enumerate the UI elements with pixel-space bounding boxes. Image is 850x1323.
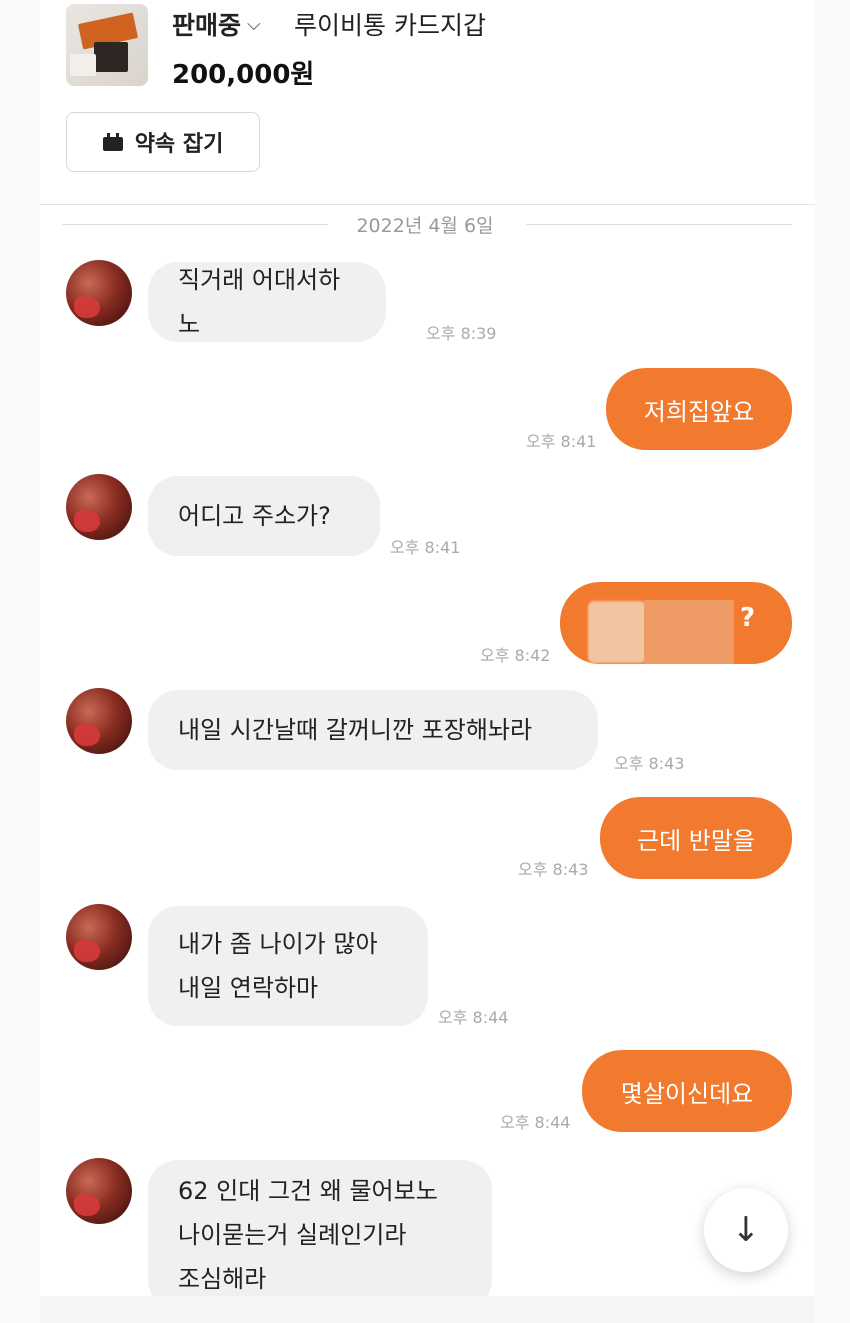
chevron-down-icon: ⌵ <box>247 13 261 35</box>
date-divider-line <box>526 224 792 225</box>
calendar-icon <box>102 133 123 151</box>
message-text: 몇살이신데요 <box>620 1079 754 1108</box>
arrow-down-icon: ↓ <box>731 1210 761 1250</box>
message-text: 내일 시간날때 갈꺼니깐 포장해놔라 <box>178 716 533 744</box>
product-price: 200,000원 <box>172 60 315 90</box>
frame-right <box>815 0 850 1323</box>
message-text: 저희집앞요 <box>643 397 755 426</box>
message-text: 62 인대 그건 왜 물어보노 <box>178 1177 438 1205</box>
make-appointment-label: 약속 잡기 <box>134 132 224 157</box>
message-bubble-outgoing: 몇살이신데요 <box>582 1050 792 1132</box>
date-divider-line <box>62 224 328 225</box>
avatar[interactable] <box>66 688 132 754</box>
message-time: 오후 8:42 <box>480 646 551 665</box>
avatar[interactable] <box>66 1158 132 1224</box>
date-separator: 2022년 4월 6일 <box>356 215 494 237</box>
frame-left <box>0 0 40 1323</box>
product-image-part <box>94 42 128 72</box>
avatar[interactable] <box>66 260 132 326</box>
avatar[interactable] <box>66 904 132 970</box>
message-text: ? <box>740 603 756 633</box>
scroll-to-bottom-button[interactable]: ↓ <box>704 1188 788 1272</box>
message-time: 오후 8:41 <box>390 538 461 557</box>
message-time: 오후 8:41 <box>526 432 597 451</box>
message-bubble-outgoing: 저희집앞요 <box>606 368 792 450</box>
redaction-blur <box>644 600 734 664</box>
product-thumbnail[interactable] <box>66 4 148 86</box>
message-bubble-incoming: 내일 시간날때 갈꺼니깐 포장해놔라 <box>148 690 598 770</box>
message-text: 조심해라 <box>178 1265 267 1293</box>
message-bubble-outgoing: 근데 반말을 <box>600 797 792 879</box>
message-text: 근데 반말을 <box>636 826 756 855</box>
make-appointment-button[interactable]: 약속 잡기 <box>66 112 260 172</box>
message-text: 내가 좀 나이가 많아 <box>178 930 378 958</box>
message-text: 어디고 주소가? <box>178 502 331 530</box>
message-time: 오후 8:43 <box>614 754 685 773</box>
message-bubble-incoming: 직거래 어대서하노 <box>148 262 386 342</box>
message-text: 직거래 어대서하노 <box>178 266 341 338</box>
message-time: 오후 8:44 <box>438 1008 509 1027</box>
message-time: 오후 8:39 <box>426 324 497 343</box>
input-bar <box>40 1296 815 1323</box>
avatar[interactable] <box>66 474 132 540</box>
message-time: 오후 8:44 <box>500 1113 571 1132</box>
product-image-part <box>70 54 96 76</box>
message-bubble-incoming: 어디고 주소가? <box>148 476 380 556</box>
message-text: 내일 연락하마 <box>178 974 319 1002</box>
message-text: 나이묻는거 실례인기라 <box>178 1221 407 1249</box>
product-title[interactable]: 루이비통 카드지갑 <box>294 6 486 42</box>
message-time: 오후 8:43 <box>518 860 589 879</box>
sale-status-label: 판매중 <box>172 11 242 40</box>
message-bubble-incoming: 62 인대 그건 왜 물어보노 나이묻는거 실례인기라 조심해라 <box>148 1160 492 1310</box>
sale-status-dropdown[interactable]: 판매중 ⌵ <box>172 6 261 42</box>
message-bubble-incoming: 내가 좀 나이가 많아 내일 연락하마 <box>148 906 428 1026</box>
redaction-blur <box>588 601 646 663</box>
header-divider <box>40 204 815 205</box>
